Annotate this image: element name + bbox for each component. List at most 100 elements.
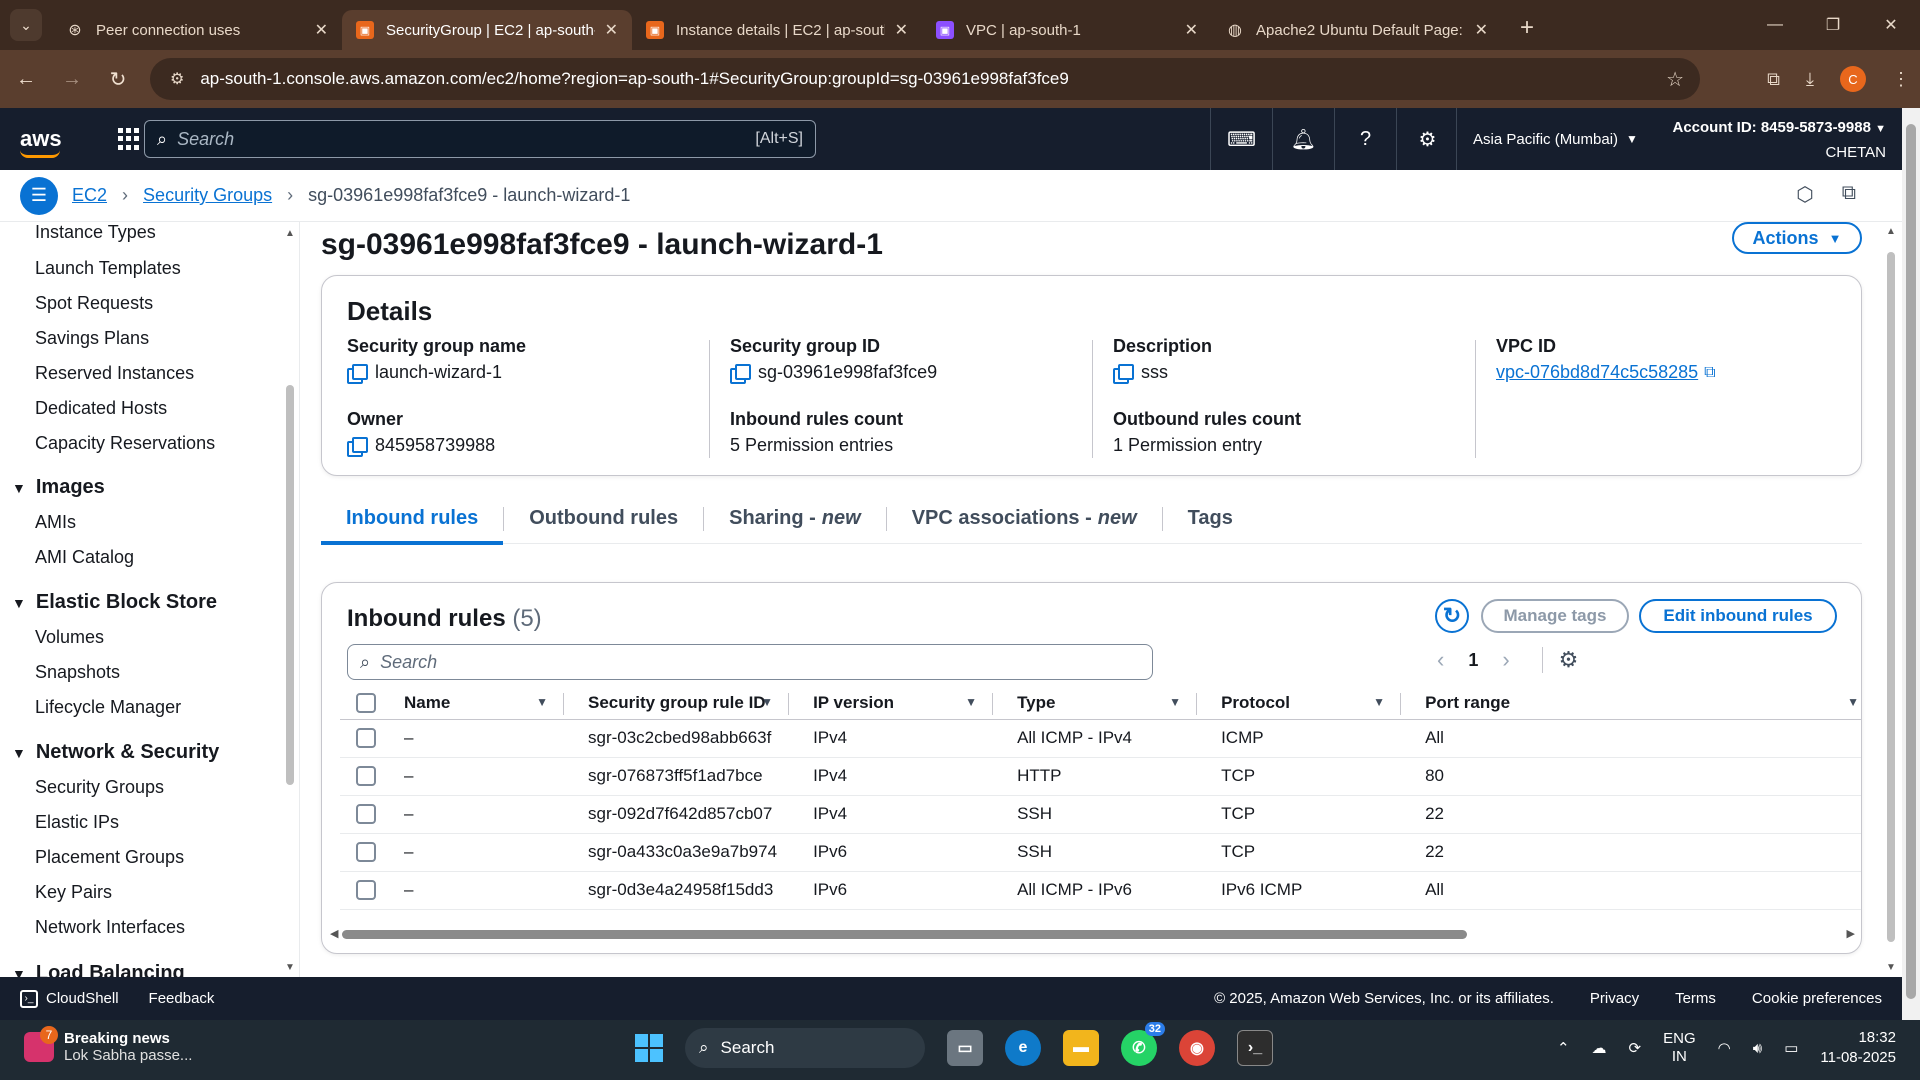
row-checkbox[interactable] [356,842,376,863]
browser-menu-icon[interactable]: ⋮ [1892,69,1910,90]
sidebar-item-volumes[interactable]: Volumes [35,627,104,648]
sidebar-item-key-pairs[interactable]: Key Pairs [35,882,112,903]
scroll-down-icon[interactable]: ▼ [285,962,295,973]
tab-search-button[interactable]: ⌄ [10,9,42,41]
tab-inbound-rules[interactable]: Inbound rules [321,494,504,545]
sidebar-section-network-security[interactable]: ▼ Network & Security [12,741,219,764]
page-scrollbar[interactable] [1902,108,1920,1020]
privacy-link[interactable]: Privacy [1590,990,1639,1007]
close-tab-icon[interactable]: ✕ [315,20,328,40]
table-row[interactable]: – sgr-0a433c0a3e9a7b974 IPv6 SSH TCP 22 [340,833,1861,872]
tutorial-panel-icon[interactable]: ⧉ [1842,182,1856,207]
sidebar-item-lifecycle-manager[interactable]: Lifecycle Manager [35,697,181,718]
cloudshell-button[interactable]: ›_ CloudShell [20,989,119,1008]
chevron-right-icon[interactable]: › [1502,647,1509,673]
clock[interactable]: 18:32 11-08-2025 [1820,1028,1896,1068]
breadcrumb-security-groups-link[interactable]: Security Groups [143,185,272,205]
table-row[interactable]: – sgr-03c2cbed98abb663f IPv4 All ICMP - … [340,719,1861,758]
col-rule-id-header[interactable]: Security group rule ID ▼ [564,687,790,720]
battery-icon[interactable]: ▭ [1784,1039,1798,1057]
table-row[interactable]: – sgr-0d3e4a24958f15dd3 IPv6 All ICMP - … [340,871,1861,910]
url-bar[interactable]: ⚙ ap-south-1.console.aws.amazon.com/ec2/… [150,58,1700,100]
tab-tags[interactable]: Tags [1163,494,1258,544]
reload-icon[interactable]: ↻ [98,67,138,92]
help-icon[interactable]: ? [1334,108,1396,170]
region-selector[interactable]: Asia Pacific (Mumbai) ▼ [1456,108,1638,170]
bookmark-star-icon[interactable]: ☆ [1666,67,1684,92]
scroll-right-icon[interactable]: ▶ [1847,927,1855,940]
sort-icon[interactable]: ▼ [1847,695,1859,709]
browser-tab[interactable]: ⊛ Peer connection uses ✕ [52,10,342,50]
new-tab-icon[interactable]: + [1520,14,1534,42]
sidebar-item-reserved-instances[interactable]: Reserved Instances [35,363,194,384]
download-icon[interactable]: ⤓ [1806,69,1814,90]
copy-icon[interactable] [730,363,751,384]
close-tab-icon[interactable]: ✕ [605,20,618,40]
tab-sharing[interactable]: Sharing - new [704,494,886,544]
settings-hexagon-icon[interactable]: ⬡ [1796,182,1813,207]
scroll-left-icon[interactable]: ◀ [330,927,338,940]
sidebar-item-elastic-ips[interactable]: Elastic IPs [35,812,119,833]
profile-avatar[interactable]: C [1840,66,1866,92]
tab-vpc-associations[interactable]: VPC associations - new [887,494,1162,544]
sidebar-item-instance-types[interactable]: Instance Types [35,222,156,243]
services-grid-icon[interactable] [118,128,140,150]
back-icon[interactable]: ← [6,68,46,91]
col-ip-version-header[interactable]: IP version ▼ [789,687,994,720]
chevron-up-icon[interactable]: ⌃ [1557,1039,1570,1057]
page-number[interactable]: 1 [1468,650,1478,671]
restore-icon[interactable]: ❐ [1804,0,1862,50]
notifications-bell-icon[interactable]: 🔔︎ [1272,108,1334,170]
browser-tab[interactable]: ▣ VPC | ap-south-1 ✕ [922,10,1212,50]
close-tab-icon[interactable]: ✕ [1185,20,1198,40]
sidebar-item-network-interfaces[interactable]: Network Interfaces [35,917,185,938]
sync-icon[interactable]: ⟳ [1629,1039,1642,1057]
language-indicator[interactable]: ENG IN [1663,1030,1696,1066]
row-checkbox[interactable] [356,728,376,749]
sidebar-item-ami-catalog[interactable]: AMI Catalog [35,547,134,568]
menu-hamburger-icon[interactable]: ☰ [20,176,58,215]
sort-icon[interactable]: ▼ [1373,695,1385,709]
whatsapp-icon[interactable]: ✆ 32 [1121,1022,1165,1066]
windows-start-icon[interactable] [635,1034,663,1062]
col-type-header[interactable]: Type ▼ [993,687,1198,720]
sort-icon[interactable]: ▼ [965,695,977,709]
feedback-link[interactable]: Feedback [149,990,215,1007]
aws-logo[interactable]: aws [20,126,70,158]
col-protocol-header[interactable]: Protocol ▼ [1197,687,1402,720]
sidebar-section-load-balancing[interactable]: ▼ Load Balancing [12,962,185,977]
taskbar-search[interactable]: ⌕ Search [685,1028,925,1068]
file-explorer-icon[interactable]: ▬ [1063,1030,1099,1066]
sidebar-item-dedicated-hosts[interactable]: Dedicated Hosts [35,398,167,419]
news-widget[interactable]: 7 Breaking news Lok Sabha passe... [24,1026,192,1064]
sort-icon[interactable]: ▼ [761,695,773,709]
edge-icon[interactable]: e [1005,1030,1041,1066]
settings-gear-icon[interactable]: ⚙ [1396,108,1458,170]
terminal-icon[interactable]: ›_ [1237,1030,1273,1066]
close-window-icon[interactable]: ✕ [1862,0,1920,50]
scroll-up-icon[interactable]: ▲ [1886,226,1896,237]
sort-icon[interactable]: ▼ [536,695,548,709]
aws-search-input[interactable]: ⌕ Search [Alt+S] [144,120,816,158]
select-all-checkbox[interactable] [356,693,376,713]
main-scrollbar[interactable]: ▲ ▼ [1884,222,1898,977]
row-checkbox[interactable] [356,804,376,825]
chrome-icon[interactable]: ◉ [1179,1030,1215,1066]
volume-icon[interactable]: 🔊︎ [1753,1040,1762,1057]
edit-inbound-rules-button[interactable]: Edit inbound rules [1639,599,1837,633]
forward-icon[interactable]: → [52,68,92,91]
table-row[interactable]: – sgr-092d7f642d857cb07 IPv4 SSH TCP 22 [340,795,1861,834]
sidebar-item-spot-requests[interactable]: Spot Requests [35,293,153,314]
sidebar-item-capacity-reservations[interactable]: Capacity Reservations [35,433,215,454]
sidebar-section-images[interactable]: ▼ Images [12,476,105,499]
scroll-thumb[interactable] [286,385,294,785]
chevron-left-icon[interactable]: ‹ [1437,647,1444,673]
browser-tab-active[interactable]: ▣ SecurityGroup | EC2 | ap-south- ✕ [342,10,632,50]
table-horizontal-scrollbar[interactable]: ◀ ▶ [330,926,1855,942]
browser-tab[interactable]: ◍ Apache2 Ubuntu Default Page: ✕ [1212,10,1502,50]
close-tab-icon[interactable]: ✕ [1475,20,1488,40]
site-info-icon[interactable]: ⚙ [170,69,184,89]
col-name-header[interactable]: Name ▼ [380,687,564,720]
actions-button[interactable]: Actions ▼ [1732,222,1862,254]
cloudshell-icon[interactable]: ⌨ [1210,108,1272,170]
